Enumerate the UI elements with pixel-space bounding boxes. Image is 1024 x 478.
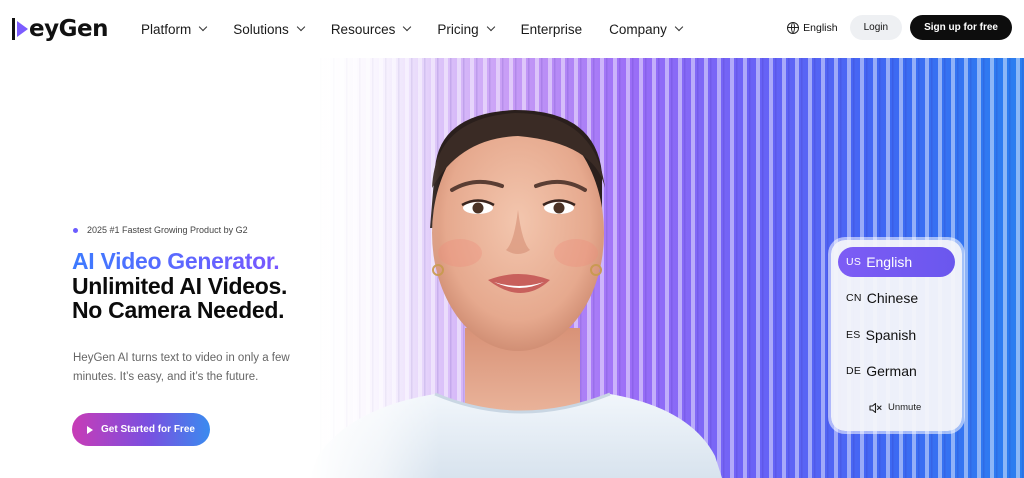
award-badge: 2025 #1 Fastest Growing Product by G2 (73, 225, 248, 235)
nav-actions: English Login Sign up for free (787, 15, 1012, 40)
login-button[interactable]: Login (849, 15, 903, 40)
play-logo-icon (17, 21, 28, 37)
menu-item-pricing[interactable]: Pricing (437, 21, 495, 37)
menu-item-label: Solutions (233, 21, 289, 37)
badge-text: 2025 #1 Fastest Growing Product by G2 (87, 225, 248, 235)
language-name: English (866, 254, 913, 270)
menu-item-company[interactable]: Company (609, 21, 684, 37)
unmute-button[interactable]: Unmute (869, 402, 921, 413)
hero-title-line3: No Camera Needed. (72, 297, 285, 323)
language-label: English (803, 21, 838, 34)
menu-item-solutions[interactable]: Solutions (233, 21, 306, 37)
unmute-label: Unmute (888, 402, 922, 413)
chevron-down-icon (199, 22, 208, 32)
menu-item-label: Resources (330, 21, 396, 37)
hero-title-line2: Unlimited AI Videos. (72, 272, 288, 299)
cta-label: Get Started for Free (101, 424, 195, 435)
language-selector[interactable]: English (787, 21, 838, 34)
language-option-english[interactable]: US English (838, 247, 955, 277)
badge-dot (73, 227, 78, 233)
chevron-down-icon (296, 22, 306, 32)
chevron-down-icon (403, 22, 412, 32)
hero-fade (310, 58, 440, 478)
globe-icon (787, 21, 800, 34)
hero-title: AI Video Generator. Unlimited AI Videos.… (72, 249, 287, 323)
language-name: Chinese (866, 290, 919, 306)
language-code: ES (846, 329, 861, 341)
chevron-down-icon (674, 22, 684, 32)
chevron-down-icon (486, 22, 495, 32)
menu-item-label: Enterprise (520, 21, 583, 37)
language-option-spanish[interactable]: ES Spanish (838, 320, 955, 350)
menu-item-enterprise[interactable]: Enterprise (521, 22, 583, 37)
play-icon (87, 425, 94, 434)
language-code: CN (846, 292, 862, 304)
language-option-german[interactable]: DE German (838, 356, 955, 386)
main-menu: Platform Solutions Resources Pricing Ent… (141, 0, 709, 58)
menu-item-platform[interactable]: Platform (141, 21, 208, 37)
hero-title-highlight: AI Video Generator. (72, 249, 287, 274)
hero-description: HeyGen AI turns text to video in only a … (73, 352, 290, 383)
menu-item-label: Company (609, 21, 667, 37)
speaker-muted-icon (869, 402, 882, 413)
get-started-button[interactable]: Get Started for Free (72, 413, 210, 446)
heygen-logo[interactable]: eyGen (12, 14, 108, 44)
language-name: Spanish (865, 327, 917, 343)
menu-item-label: Platform (141, 21, 192, 37)
language-name: German (866, 363, 917, 379)
menu-item-resources[interactable]: Resources (330, 21, 412, 37)
language-option-chinese[interactable]: CN Chinese (838, 283, 955, 313)
language-code: DE (846, 365, 862, 377)
logo-bar (12, 18, 15, 40)
logo-text: eyGen (29, 16, 108, 42)
menu-item-label: Pricing (437, 21, 479, 37)
language-code: US (846, 256, 862, 268)
language-switcher-panel: US English CN Chinese ES Spanish DE Germ… (831, 240, 962, 431)
top-navbar: eyGen Platform Solutions Resources Prici… (0, 0, 1024, 58)
signup-button[interactable]: Sign up for free (910, 15, 1012, 40)
